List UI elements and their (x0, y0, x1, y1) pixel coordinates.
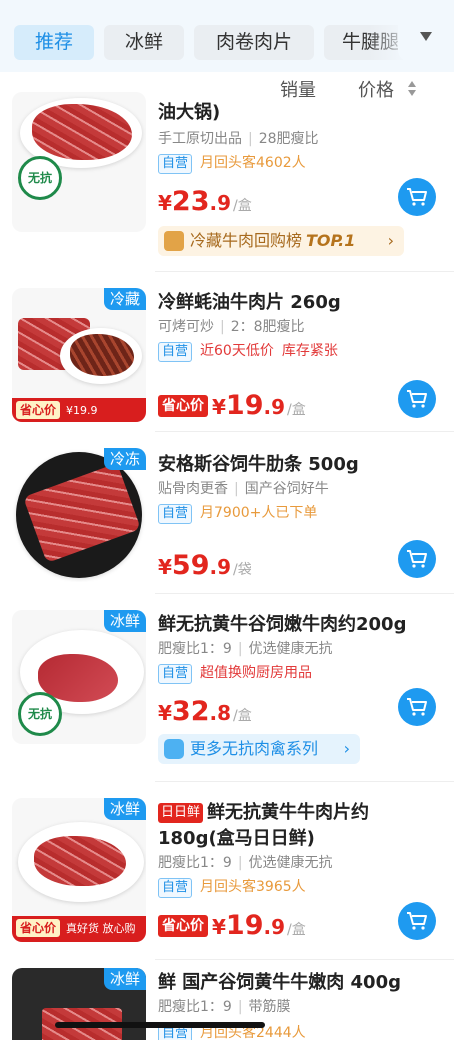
cart-icon (407, 912, 427, 930)
cart-icon (407, 698, 427, 716)
add-to-cart-button[interactable] (398, 688, 436, 726)
value-price-badge: 省心价 (158, 395, 208, 417)
sort-by-price[interactable]: 价格 (358, 76, 394, 102)
daily-fresh-badge: 日日鲜 (158, 803, 204, 823)
expand-categories-button[interactable] (398, 10, 454, 62)
product-price: 省心价 ¥19.9/盒 (158, 390, 306, 421)
product-card[interactable]: 无抗 油大锅) 手工原切出品 | 28肥瘦比 自营 月回头客4602人 ¥23.9/盒… (0, 92, 454, 272)
product-image[interactable]: 冰鲜 无抗 (12, 610, 146, 744)
storage-tag: 冰鲜 (103, 798, 146, 820)
product-title[interactable]: 鲜 国产谷饲黄牛牛嫩肉 400g (158, 968, 401, 994)
product-title[interactable]: 日日鲜 鲜无抗黄牛牛肉片约 (158, 798, 369, 824)
product-subtitle: 可烤可炒 | 2：8肥瘦比 (158, 319, 305, 335)
tab-chilled[interactable]: 冰鲜 (104, 25, 184, 60)
tab-recommend[interactable]: 推荐 (14, 25, 94, 60)
product-price: ¥59.9/袋 (158, 550, 252, 581)
self-operated-tag: 自营 (158, 154, 193, 174)
sort-arrows-icon[interactable] (408, 81, 416, 97)
product-image[interactable]: 冰鲜 省心价 真好货 放心购 (12, 798, 146, 942)
add-to-cart-button[interactable] (398, 540, 436, 578)
price-strip: 省心价 ¥19.9 (12, 398, 146, 422)
chevron-down-icon (420, 32, 432, 41)
chevron-right-icon: › (343, 739, 350, 758)
product-price: ¥32.8/盒 (158, 696, 252, 727)
home-indicator[interactable] (55, 1022, 265, 1028)
trophy-icon (164, 231, 184, 251)
cart-icon (407, 550, 427, 568)
chevron-right-icon: › (387, 231, 394, 250)
storage-tag: 冰鲜 (103, 968, 146, 990)
product-title[interactable]: 鲜无抗黄牛谷饲嫩牛肉约200g (158, 610, 406, 636)
product-title[interactable]: 油大锅) (158, 98, 220, 124)
series-icon (164, 739, 184, 759)
add-to-cart-button[interactable] (398, 178, 436, 216)
product-tags: 自营 近60天低价 库存紧张 (158, 340, 338, 362)
no-antibiotics-badge-icon: 无抗 (18, 156, 62, 200)
storage-tag: 冰鲜 (103, 610, 146, 632)
no-antibiotics-badge-icon: 无抗 (18, 692, 62, 736)
product-card[interactable]: 冷冻 安格斯谷饲牛肋条 500g 贴骨肉更香 | 国产谷饲好牛 自营 月7900+人已… (0, 432, 454, 594)
product-title[interactable]: 安格斯谷饲牛肋条 500g (158, 450, 359, 476)
product-image[interactable]: 冷藏 省心价 ¥19.9 (12, 288, 146, 422)
product-subtitle: 肥瘦比1：9 | 优选健康无抗 (158, 641, 333, 657)
cart-icon (407, 390, 427, 408)
product-card[interactable]: 冰鲜 无抗 鲜无抗黄牛谷饲嫩牛肉约200g 肥瘦比1：9 | 优选健康无抗 自营 超值… (0, 594, 454, 782)
product-subtitle: 手工原切出品 | 28肥瘦比 (158, 131, 319, 147)
product-card[interactable]: 冷藏 省心价 ¥19.9 冷鲜蚝油牛肉片 260g 可烤可炒 | 2：8肥瘦比 自营近… (0, 272, 454, 432)
product-card[interactable]: 冰鲜 鲜 国产谷饲黄牛牛嫩肉 400g 肥瘦比1：9 | 带筋膜 自营 月回头客244… (0, 960, 454, 1040)
add-to-cart-button[interactable] (398, 380, 436, 418)
product-image[interactable]: 无抗 (12, 92, 146, 232)
product-subtitle: 肥瘦比1：9 | 带筋膜 (158, 999, 291, 1015)
price-strip: 省心价 真好货 放心购 (12, 916, 146, 942)
storage-tag: 冷冻 (103, 448, 146, 470)
product-tags: 自营 月回头客3965人 (158, 876, 306, 898)
rank-list-link[interactable]: 冷藏牛肉回购榜 TOP.1 › (158, 226, 404, 256)
product-tags: 自营 月回头客4602人 (158, 152, 306, 174)
product-title[interactable]: 冷鲜蚝油牛肉片 260g (158, 288, 341, 314)
product-title-line2[interactable]: 180g(盒马日日鲜) (158, 824, 315, 850)
category-tab-bar: 推荐 冰鲜 肉卷肉片 牛腱腿 (0, 0, 454, 72)
product-tags: 自营 月7900+人已下单 (158, 502, 317, 524)
cart-icon (407, 188, 427, 206)
product-price: 省心价 ¥19.9/盒 (158, 910, 306, 941)
tab-rolls-slices[interactable]: 肉卷肉片 (194, 25, 314, 60)
sort-by-sales[interactable]: 销量 (280, 76, 316, 102)
product-tags: 自营 超值换购厨房用品 (158, 662, 312, 684)
product-subtitle: 贴骨肉更香 | 国产谷饲好牛 (158, 481, 329, 497)
storage-tag: 冷藏 (103, 288, 146, 310)
series-link[interactable]: 更多无抗肉禽系列 › (158, 734, 360, 764)
product-card[interactable]: 冰鲜 省心价 真好货 放心购 日日鲜 鲜无抗黄牛牛肉片约 180g(盒马日日鲜) 肥… (0, 782, 454, 960)
product-subtitle: 肥瘦比1：9 | 优选健康无抗 (158, 855, 333, 871)
product-price: ¥23.9/盒 (158, 186, 252, 217)
product-image[interactable]: 冷冻 (12, 448, 146, 582)
add-to-cart-button[interactable] (398, 902, 436, 940)
promo-text: 月回头客4602人 (200, 155, 306, 171)
product-image[interactable]: 冰鲜 (12, 968, 146, 1040)
